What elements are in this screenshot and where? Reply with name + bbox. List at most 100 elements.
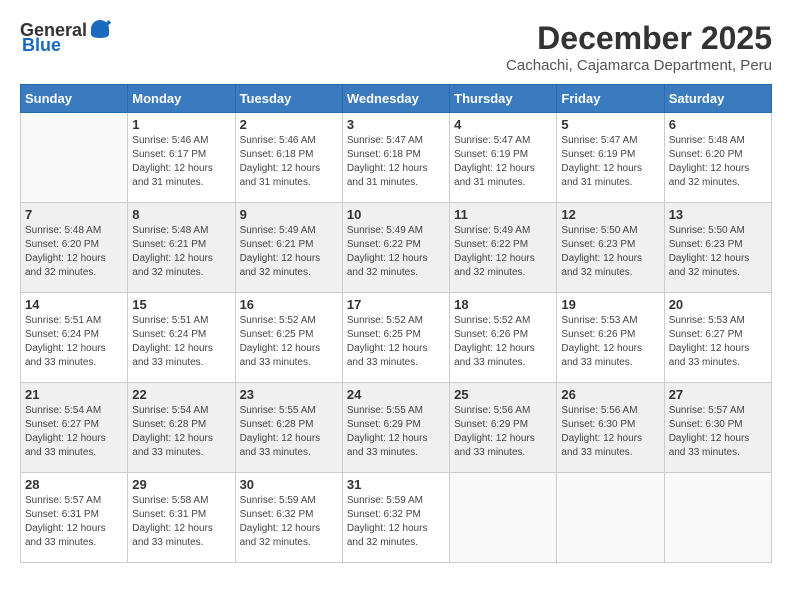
day-header-sunday: Sunday <box>21 85 128 113</box>
calendar-cell: 14 Sunrise: 5:51 AM Sunset: 6:24 PM Dayli… <box>21 293 128 383</box>
day-info: Sunrise: 5:47 AM Sunset: 6:19 PM Dayligh… <box>454 134 552 190</box>
calendar-cell: 9 Sunrise: 5:49 AM Sunset: 6:21 PM Daylig… <box>235 203 342 293</box>
day-info: Sunrise: 5:55 AM Sunset: 6:28 PM Dayligh… <box>240 404 338 460</box>
day-number: 30 <box>240 477 338 492</box>
day-number: 10 <box>347 207 445 222</box>
calendar-cell <box>21 113 128 203</box>
day-number: 18 <box>454 297 552 312</box>
day-info: Sunrise: 5:51 AM Sunset: 6:24 PM Dayligh… <box>132 314 230 370</box>
calendar-cell: 23 Sunrise: 5:55 AM Sunset: 6:28 PM Dayli… <box>235 383 342 473</box>
calendar-cell: 19 Sunrise: 5:53 AM Sunset: 6:26 PM Dayli… <box>557 293 664 383</box>
week-row-3: 14 Sunrise: 5:51 AM Sunset: 6:24 PM Dayli… <box>21 293 772 383</box>
day-number: 31 <box>347 477 445 492</box>
day-number: 29 <box>132 477 230 492</box>
day-number: 25 <box>454 387 552 402</box>
day-info: Sunrise: 5:50 AM Sunset: 6:23 PM Dayligh… <box>669 224 767 280</box>
calendar-cell: 16Sunrise: 5:52 AM Sunset: 6:25 PM Dayli… <box>235 293 342 383</box>
day-info: Sunrise: 5:52 AM Sunset: 6:25 PM Dayligh… <box>240 314 338 370</box>
calendar-cell: 8 Sunrise: 5:48 AM Sunset: 6:21 PM Daylig… <box>128 203 235 293</box>
calendar-cell: 29 Sunrise: 5:58 AM Sunset: 6:31 PM Dayli… <box>128 473 235 563</box>
calendar-cell: 21Sunrise: 5:54 AM Sunset: 6:27 PM Dayli… <box>21 383 128 473</box>
day-number: 3 <box>347 117 445 132</box>
day-info: Sunrise: 5:51 AM Sunset: 6:24 PM Dayligh… <box>25 314 123 370</box>
day-info: Sunrise: 5:49 AM Sunset: 6:21 PM Dayligh… <box>240 224 338 280</box>
calendar-cell: 1Sunrise: 5:46 AM Sunset: 6:17 PM Daylig… <box>128 113 235 203</box>
day-info: Sunrise: 5:59 AM Sunset: 6:32 PM Dayligh… <box>240 494 338 550</box>
calendar-cell: 27Sunrise: 5:57 AM Sunset: 6:30 PM Dayli… <box>664 383 771 473</box>
month-title: December 2025 <box>506 20 772 57</box>
day-number: 5 <box>561 117 659 132</box>
calendar-cell: 12Sunrise: 5:50 AM Sunset: 6:23 PM Dayli… <box>557 203 664 293</box>
day-info: Sunrise: 5:46 AM Sunset: 6:17 PM Dayligh… <box>132 134 230 190</box>
day-number: 23 <box>240 387 338 402</box>
day-number: 28 <box>25 477 123 492</box>
day-number: 14 <box>25 297 123 312</box>
calendar-cell: 5 Sunrise: 5:47 AM Sunset: 6:19 PM Daylig… <box>557 113 664 203</box>
day-info: Sunrise: 5:53 AM Sunset: 6:26 PM Dayligh… <box>561 314 659 370</box>
logo: General Blue <box>20 20 111 56</box>
logo-icon <box>89 18 111 40</box>
day-number: 22 <box>132 387 230 402</box>
day-header-friday: Friday <box>557 85 664 113</box>
calendar-cell: 15Sunrise: 5:51 AM Sunset: 6:24 PM Dayli… <box>128 293 235 383</box>
day-number: 11 <box>454 207 552 222</box>
title-section: December 2025 Cachachi, Cajamarca Depart… <box>506 20 772 74</box>
day-info: Sunrise: 5:53 AM Sunset: 6:27 PM Dayligh… <box>669 314 767 370</box>
calendar-cell: 24 Sunrise: 5:55 AM Sunset: 6:29 PM Dayli… <box>342 383 449 473</box>
calendar-cell <box>557 473 664 563</box>
calendar-cell: 7Sunrise: 5:48 AM Sunset: 6:20 PM Daylig… <box>21 203 128 293</box>
calendar-cell: 25 Sunrise: 5:56 AM Sunset: 6:29 PM Dayli… <box>450 383 557 473</box>
calendar-cell <box>450 473 557 563</box>
week-row-1: 1Sunrise: 5:46 AM Sunset: 6:17 PM Daylig… <box>21 113 772 203</box>
day-info: Sunrise: 5:56 AM Sunset: 6:30 PM Dayligh… <box>561 404 659 460</box>
day-number: 13 <box>669 207 767 222</box>
day-number: 12 <box>561 207 659 222</box>
calendar-cell: 22Sunrise: 5:54 AM Sunset: 6:28 PM Dayli… <box>128 383 235 473</box>
day-info: Sunrise: 5:54 AM Sunset: 6:27 PM Dayligh… <box>25 404 123 460</box>
calendar-cell: 3 Sunrise: 5:47 AM Sunset: 6:18 PM Daylig… <box>342 113 449 203</box>
logo-blue-text: Blue <box>22 35 61 56</box>
calendar-cell: 11 Sunrise: 5:49 AM Sunset: 6:22 PM Dayli… <box>450 203 557 293</box>
day-number: 17 <box>347 297 445 312</box>
calendar-cell: 13 Sunrise: 5:50 AM Sunset: 6:23 PM Dayli… <box>664 203 771 293</box>
day-info: Sunrise: 5:52 AM Sunset: 6:25 PM Dayligh… <box>347 314 445 370</box>
day-info: Sunrise: 5:49 AM Sunset: 6:22 PM Dayligh… <box>454 224 552 280</box>
day-header-wednesday: Wednesday <box>342 85 449 113</box>
day-number: 19 <box>561 297 659 312</box>
calendar-cell: 18 Sunrise: 5:52 AM Sunset: 6:26 PM Dayli… <box>450 293 557 383</box>
week-row-5: 28 Sunrise: 5:57 AM Sunset: 6:31 PM Dayli… <box>21 473 772 563</box>
day-info: Sunrise: 5:57 AM Sunset: 6:31 PM Dayligh… <box>25 494 123 550</box>
day-info: Sunrise: 5:52 AM Sunset: 6:26 PM Dayligh… <box>454 314 552 370</box>
calendar-cell: 31Sunrise: 5:59 AM Sunset: 6:32 PM Dayli… <box>342 473 449 563</box>
day-number: 20 <box>669 297 767 312</box>
calendar-cell: 20 Sunrise: 5:53 AM Sunset: 6:27 PM Dayli… <box>664 293 771 383</box>
days-header-row: SundayMondayTuesdayWednesdayThursdayFrid… <box>21 85 772 113</box>
day-header-saturday: Saturday <box>664 85 771 113</box>
day-info: Sunrise: 5:48 AM Sunset: 6:20 PM Dayligh… <box>669 134 767 190</box>
week-row-2: 7Sunrise: 5:48 AM Sunset: 6:20 PM Daylig… <box>21 203 772 293</box>
calendar-cell: 30 Sunrise: 5:59 AM Sunset: 6:32 PM Dayli… <box>235 473 342 563</box>
calendar-cell: 6 Sunrise: 5:48 AM Sunset: 6:20 PM Daylig… <box>664 113 771 203</box>
day-number: 6 <box>669 117 767 132</box>
day-number: 24 <box>347 387 445 402</box>
day-header-monday: Monday <box>128 85 235 113</box>
day-number: 8 <box>132 207 230 222</box>
day-info: Sunrise: 5:47 AM Sunset: 6:18 PM Dayligh… <box>347 134 445 190</box>
day-number: 4 <box>454 117 552 132</box>
day-info: Sunrise: 5:49 AM Sunset: 6:22 PM Dayligh… <box>347 224 445 280</box>
calendar-cell <box>664 473 771 563</box>
location-title: Cachachi, Cajamarca Department, Peru <box>506 57 772 74</box>
day-info: Sunrise: 5:48 AM Sunset: 6:20 PM Dayligh… <box>25 224 123 280</box>
day-info: Sunrise: 5:46 AM Sunset: 6:18 PM Dayligh… <box>240 134 338 190</box>
calendar-table: SundayMondayTuesdayWednesdayThursdayFrid… <box>20 84 772 563</box>
day-info: Sunrise: 5:47 AM Sunset: 6:19 PM Dayligh… <box>561 134 659 190</box>
day-number: 9 <box>240 207 338 222</box>
day-info: Sunrise: 5:55 AM Sunset: 6:29 PM Dayligh… <box>347 404 445 460</box>
day-info: Sunrise: 5:56 AM Sunset: 6:29 PM Dayligh… <box>454 404 552 460</box>
day-info: Sunrise: 5:48 AM Sunset: 6:21 PM Dayligh… <box>132 224 230 280</box>
day-info: Sunrise: 5:58 AM Sunset: 6:31 PM Dayligh… <box>132 494 230 550</box>
day-number: 27 <box>669 387 767 402</box>
day-number: 26 <box>561 387 659 402</box>
week-row-4: 21Sunrise: 5:54 AM Sunset: 6:27 PM Dayli… <box>21 383 772 473</box>
calendar-cell: 26 Sunrise: 5:56 AM Sunset: 6:30 PM Dayli… <box>557 383 664 473</box>
